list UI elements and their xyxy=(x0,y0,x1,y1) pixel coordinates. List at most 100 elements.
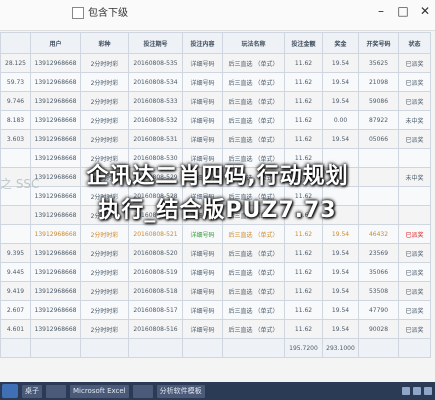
start-button[interactable] xyxy=(2,384,18,398)
column-header: 状态 xyxy=(398,32,431,54)
tray-icon[interactable] xyxy=(424,387,432,395)
table-cell-user: 13912968668 xyxy=(30,243,81,263)
table-cell-content[interactable]: 详细号码 xyxy=(182,300,223,320)
system-tray xyxy=(402,387,435,395)
column-header: 投注期号 xyxy=(128,32,183,54)
maximize-icon[interactable]: □ xyxy=(397,4,409,18)
table-cell-amt: 59.73 xyxy=(0,72,31,92)
table-cell-empty xyxy=(398,338,431,358)
table-cell-play: 后三直选 （单式） xyxy=(222,281,285,301)
table-cell-issue: 20160808-517 xyxy=(128,300,183,320)
table-cell-empty xyxy=(128,338,183,358)
table-cell-user: 13912968668 xyxy=(30,91,81,111)
toolbar: 包含下级 – □ ✕ xyxy=(0,0,435,31)
total-bet: 195.7200 xyxy=(284,338,323,358)
table-cell-play: 后三直选 （单式） xyxy=(222,243,285,263)
table-cell-play: 后三直选 （单式） xyxy=(222,129,285,149)
include-subordinates-checkbox[interactable] xyxy=(72,7,84,19)
column-header: 开奖号码 xyxy=(358,32,399,54)
table-cell-content[interactable]: 详细号码 xyxy=(182,243,223,263)
table-cell-amt: 9.419 xyxy=(0,281,31,301)
taskbar-item[interactable]: 分析软件模板 xyxy=(156,384,205,398)
table-cell-open: 87922 xyxy=(358,110,399,130)
taskbar-item[interactable] xyxy=(132,384,153,398)
table-cell-amt: 2.607 xyxy=(0,300,31,320)
table-cell-content[interactable]: 详细号码 xyxy=(182,110,223,130)
table-cell-empty xyxy=(182,338,223,358)
table-cell-empty xyxy=(30,338,81,358)
table-cell-lottery: 2分时时彩 xyxy=(80,281,129,301)
table-cell-prize: 19.54 xyxy=(322,262,359,282)
table-cell-status: 已派奖 xyxy=(398,53,431,73)
table-cell-empty xyxy=(358,338,399,358)
taskbar: 桌子 Microsoft Excel 分析软件模板 xyxy=(0,382,435,400)
table-cell-content[interactable]: 详细号码 xyxy=(182,129,223,149)
table-cell-bet: 11.62 xyxy=(284,91,323,111)
screenshot-frame: 包含下级 – □ ✕ 用户 彩种 投注期号 投注内容 玩法名称 投注金额 奖金 开奖号码 状态 … xyxy=(0,0,435,400)
table-cell-play: 后三直选 （单式） xyxy=(222,53,285,73)
table-cell-user: 13912968668 xyxy=(30,281,81,301)
table-cell-prize: 19.54 xyxy=(322,72,359,92)
table-row: 9.395 13912968668 2分时时彩 20160808-520 详细号码 后三直… xyxy=(0,243,431,263)
table-cell-content[interactable]: 详细号码 xyxy=(182,281,223,301)
taskbar-item[interactable] xyxy=(46,384,66,398)
table-row: 9.445 13912968668 2分时时彩 20160808-519 详细号码 后三直… xyxy=(0,262,431,282)
headline-line-1: 企讯达二肖四码,行动规划 xyxy=(86,164,349,189)
table-cell-prize: 19.54 xyxy=(322,53,359,73)
table-cell-user: 13912968668 xyxy=(30,262,81,282)
table-cell-user: 13912968668 xyxy=(30,53,81,73)
table-cell-bet: 11.62 xyxy=(284,72,323,92)
table-cell-content[interactable]: 详细号码 xyxy=(182,262,223,282)
table-cell-status: 已派奖 xyxy=(398,243,431,263)
table-cell-bet: 11.62 xyxy=(284,281,323,301)
table-cell-prize: 0.00 xyxy=(322,110,359,130)
headline-overlay: 企讯达二肖四码,行动规划 执行_结合版PUZ7.73 xyxy=(0,160,435,228)
table-cell-user: 13912968668 xyxy=(30,300,81,320)
table-cell-lottery: 2分时时彩 xyxy=(80,72,129,92)
tray-icon[interactable] xyxy=(402,387,410,395)
column-header: 投注金额 xyxy=(284,32,323,54)
table-cell-content[interactable]: 详细号码 xyxy=(182,72,223,92)
table-cell-lottery: 2分时时彩 xyxy=(80,110,129,130)
table-cell-open: 53508 xyxy=(358,281,399,301)
table-cell-content[interactable]: 详细号码 xyxy=(182,319,223,339)
table-cell-lottery: 2分时时彩 xyxy=(80,243,129,263)
table-cell-issue: 20160808-518 xyxy=(128,281,183,301)
window-controls: – □ ✕ xyxy=(375,4,431,18)
table-cell-status: 已派奖 xyxy=(398,129,431,149)
tray-icon[interactable] xyxy=(413,387,421,395)
table-cell-empty xyxy=(0,338,31,358)
table-cell-issue: 20160808-532 xyxy=(128,110,183,130)
table-cell-bet: 11.62 xyxy=(284,262,323,282)
table-cell-prize: 19.54 xyxy=(322,319,359,339)
table-cell-content[interactable]: 详细号码 xyxy=(182,53,223,73)
table-cell-prize: 19.54 xyxy=(322,91,359,111)
table-cell-amt: 9.395 xyxy=(0,243,31,263)
table-cell-lottery: 2分时时彩 xyxy=(80,129,129,149)
taskbar-item[interactable]: Microsoft Excel xyxy=(70,384,129,398)
table-row: 2.607 13912968668 2分时时彩 20160808-517 详细号码 后三直… xyxy=(0,300,431,320)
table-cell-amt: 8.183 xyxy=(0,110,31,130)
table-cell-bet: 11.62 xyxy=(284,300,323,320)
table-row: 59.73 13912968668 2分时时彩 20160808-534 详细号码 后三直… xyxy=(0,72,431,92)
table-cell-status: 已派奖 xyxy=(398,72,431,92)
table-row: 9.419 13912968668 2分时时彩 20160808-518 详细号码 后三直… xyxy=(0,281,431,301)
taskbar-item[interactable]: 桌子 xyxy=(22,384,42,398)
column-header: 用户 xyxy=(30,32,81,54)
table-cell-play: 后三直选 （单式） xyxy=(222,300,285,320)
table-cell-open: 23569 xyxy=(358,243,399,263)
table-cell-status: 已派奖 xyxy=(398,319,431,339)
table-cell-bet: 11.62 xyxy=(284,110,323,130)
close-icon[interactable]: ✕ xyxy=(419,4,431,18)
table-cell-lottery: 2分时时彩 xyxy=(80,262,129,282)
table-row: 4.601 13912968668 2分时时彩 20160808-516 详细号码 后三直… xyxy=(0,319,431,339)
minimize-icon[interactable]: – xyxy=(375,4,387,18)
table-cell-bet: 11.62 xyxy=(284,243,323,263)
table-cell-play: 后三直选 （单式） xyxy=(222,91,285,111)
table-cell-content[interactable]: 详细号码 xyxy=(182,91,223,111)
table-cell-open: 90028 xyxy=(358,319,399,339)
table-cell-issue: 20160808-535 xyxy=(128,53,183,73)
table-cell-open: 21098 xyxy=(358,72,399,92)
column-header xyxy=(0,32,31,54)
table-cell-user: 13912968668 xyxy=(30,72,81,92)
